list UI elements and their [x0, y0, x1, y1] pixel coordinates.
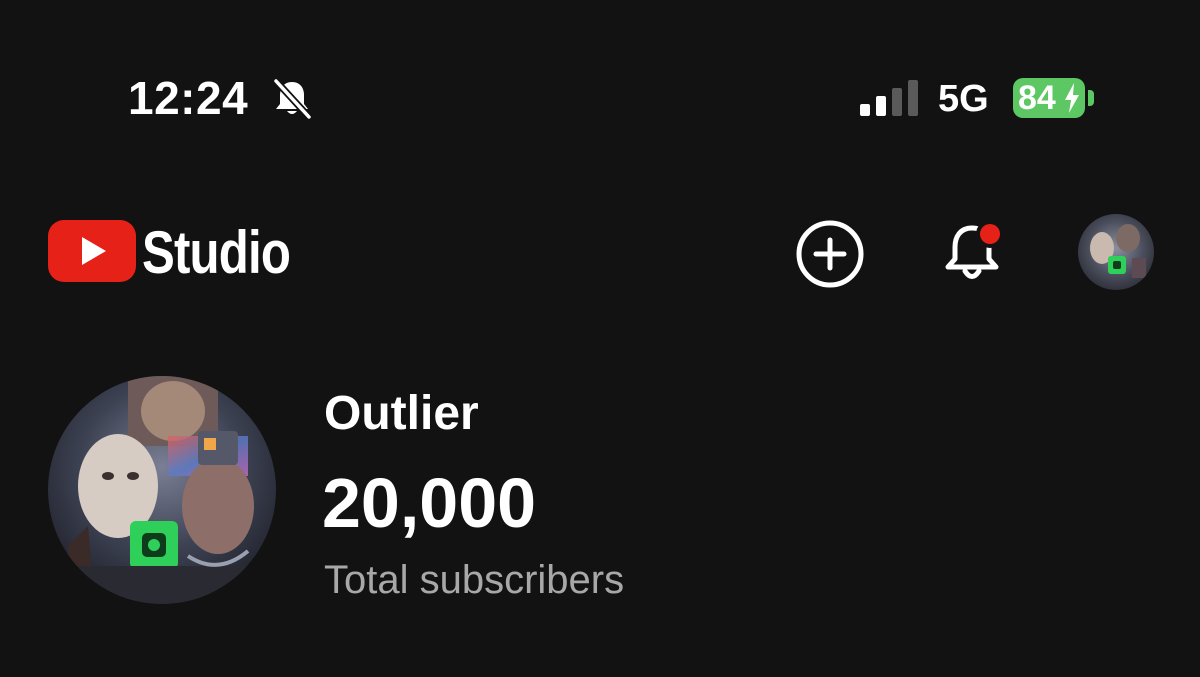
- create-button[interactable]: [794, 218, 866, 290]
- youtube-logo-icon: [48, 220, 136, 282]
- status-time: 12:24: [128, 72, 249, 124]
- network-type: 5G: [938, 78, 989, 120]
- avatar-image: [1078, 214, 1154, 290]
- app-title: Studio: [142, 219, 291, 286]
- battery-tip: [1088, 90, 1094, 106]
- channel-name: Outlier: [324, 387, 479, 440]
- cellular-signal-icon: [860, 80, 918, 116]
- subscriber-label: Total subscribers: [324, 558, 625, 602]
- notifications-button[interactable]: [938, 214, 1012, 288]
- charging-bolt-icon: [1065, 83, 1079, 113]
- studio-home-screen: 12:24 5G 84 Studio Outlier 20,000 Total …: [0, 0, 1200, 677]
- account-avatar[interactable]: [1078, 214, 1154, 290]
- channel-avatar-image: [48, 376, 276, 604]
- subscriber-count: 20,000: [322, 464, 537, 542]
- channel-avatar[interactable]: [48, 376, 276, 604]
- notification-dot: [980, 224, 1000, 244]
- bell-slash-icon: [272, 78, 313, 120]
- battery-level: 84: [1018, 79, 1056, 117]
